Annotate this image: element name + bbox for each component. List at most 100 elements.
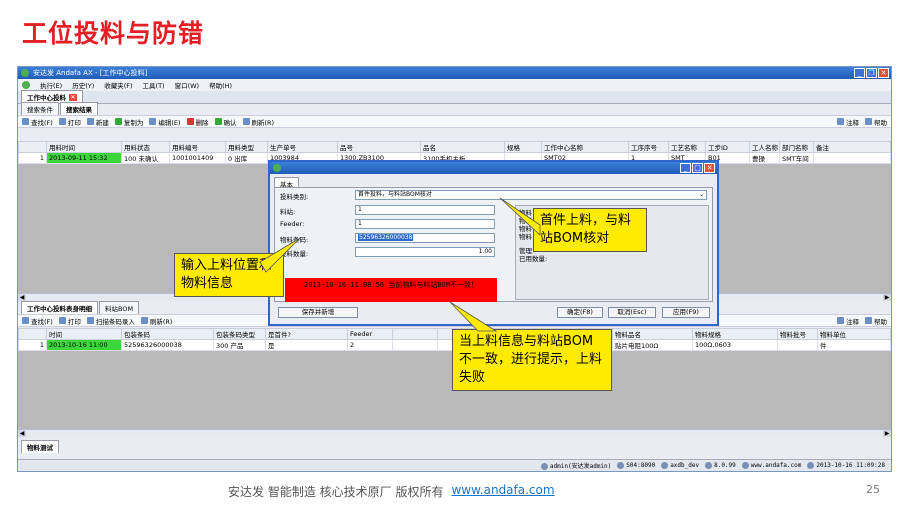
restore-button[interactable]: ❐ — [866, 68, 877, 78]
find-button[interactable]: 查找(F) — [22, 117, 53, 127]
apply-button[interactable]: 应用(F9) — [662, 307, 710, 318]
menu-history[interactable]: 历史(Y) — [72, 80, 94, 90]
comment-button[interactable]: 注释 — [837, 117, 859, 127]
menu-tools[interactable]: 工具(T) — [143, 80, 165, 90]
column-header[interactable]: 时间 — [46, 328, 122, 340]
scroll-left-icon[interactable]: ◀ — [18, 294, 26, 301]
status-server-text: S04:8090 — [626, 462, 656, 469]
column-header[interactable]: 包装条码类型 — [213, 328, 266, 340]
chevron-down-icon: ⌄ — [698, 191, 704, 198]
feeder-value: 1 — [358, 220, 362, 227]
new-button[interactable]: 新建 — [86, 117, 109, 127]
document-tabs: 工作中心投料 ✕ — [18, 90, 891, 104]
bottom-refresh-button[interactable]: 刷新(R) — [140, 316, 172, 326]
menubar: 执行(E) 历史(Y) 收藏夹(F) 工具(T) 窗口(W) 帮助(H) — [18, 79, 891, 91]
column-header[interactable]: 用料状态 — [121, 141, 170, 153]
help-button[interactable]: 帮助 — [865, 117, 887, 127]
save-and-new-button[interactable]: 保存并新增 — [278, 307, 358, 318]
edit-button[interactable]: 编辑(E) — [149, 117, 181, 127]
menu-execute[interactable]: 执行(E) — [40, 80, 62, 90]
comment-label: 注释 — [846, 118, 859, 127]
subtab-search-results[interactable]: 搜索结果 — [60, 102, 98, 115]
column-header[interactable]: 物料规格 — [692, 328, 778, 340]
tab-material-test[interactable]: 物料测试 — [21, 440, 59, 453]
bottom-grid-scrollbar[interactable]: ◀ ▶ — [18, 429, 891, 437]
scan-barcode-button[interactable]: 扫描条码录入 — [86, 316, 135, 326]
delete-button[interactable]: 删除 — [186, 117, 209, 127]
copy-as-button[interactable]: 复制为 — [114, 117, 143, 127]
column-header[interactable]: Feeder — [347, 328, 393, 340]
column-header[interactable]: 用料编号 — [169, 141, 226, 153]
feeder-input[interactable]: 1 — [355, 219, 495, 229]
quantity-value: 1.00 — [478, 248, 492, 255]
barcode-input[interactable]: 52596326000038 — [355, 233, 495, 243]
station-input[interactable]: 1 — [355, 205, 495, 215]
tab-detail[interactable]: 工作中心投料表身明细 — [21, 301, 98, 314]
user-icon — [540, 463, 548, 470]
quantity-input[interactable]: 1.00 — [355, 247, 495, 257]
column-header[interactable]: 生产单号 — [267, 141, 338, 153]
column-header[interactable]: 是首件? — [265, 328, 348, 340]
column-header[interactable]: 用料时间 — [46, 141, 122, 153]
column-header[interactable] — [18, 328, 47, 340]
bottom-find-button[interactable]: 查找(F) — [22, 316, 53, 326]
table-cell: 100 未确认 — [121, 152, 170, 164]
scroll-right-icon[interactable]: ▶ — [883, 294, 891, 301]
menu-window[interactable]: 窗口(W) — [175, 80, 200, 90]
clock-icon — [807, 462, 815, 469]
ok-button[interactable]: 确定(F8) — [557, 307, 603, 318]
dialog-minimize-button[interactable]: _ — [680, 163, 691, 173]
new-label: 新建 — [95, 118, 109, 127]
column-header[interactable]: 品名 — [420, 141, 505, 153]
bottom-comment-button[interactable]: 注释 — [837, 316, 859, 326]
cancel-button[interactable]: 取消(Esc) — [608, 307, 656, 318]
column-header[interactable]: 物料单位 — [817, 328, 891, 340]
minimize-button[interactable]: _ — [854, 68, 865, 78]
scroll-right-icon[interactable]: ▶ — [883, 430, 891, 437]
menu-favorites[interactable]: 收藏夹(F) — [104, 80, 132, 90]
station-label: 料站: — [280, 208, 296, 216]
footer-link[interactable]: www.andafa.com — [451, 483, 554, 500]
delete-icon — [186, 118, 194, 125]
status-datetime-text: 2013-10-16 11:09:28 — [816, 462, 885, 469]
column-header[interactable]: 规格 — [504, 141, 542, 153]
column-header[interactable]: 物料批号 — [777, 328, 818, 340]
print-button[interactable]: 打印 — [58, 117, 81, 127]
close-button[interactable]: ✕ — [878, 68, 889, 78]
table-cell — [777, 339, 818, 351]
refresh-button[interactable]: 刷新(R) — [242, 117, 274, 127]
menu-help[interactable]: 帮助(H) — [209, 80, 232, 90]
column-header[interactable]: 包装条码 — [121, 328, 214, 340]
tab-close-icon[interactable]: ✕ — [69, 93, 77, 101]
column-header[interactable]: 部门名称 — [779, 141, 814, 153]
window-title: 安达发 Andafa AX - [工作中心投料] — [33, 69, 148, 77]
column-header[interactable]: 工序序号 — [628, 141, 669, 153]
dialog-maximize-button[interactable]: □ — [692, 163, 703, 173]
scan-barcode-label: 扫描条码录入 — [95, 317, 135, 326]
subtab-search-criteria[interactable]: 搜索条件 — [21, 102, 59, 115]
table-cell: 0 出库 — [225, 152, 268, 164]
column-header[interactable]: 备注 — [813, 141, 891, 153]
bottom-print-button[interactable]: 打印 — [58, 316, 81, 326]
find-label: 查找(F) — [31, 118, 53, 127]
feed-type-select[interactable]: 首件投料，与料站BOM核对 ⌄ — [355, 190, 707, 200]
confirm-button[interactable]: 确认 — [214, 117, 237, 127]
column-header[interactable]: 工步ID — [705, 141, 750, 153]
app-menu-icon[interactable] — [22, 81, 30, 89]
barcode-label: 物料条码: — [280, 236, 309, 244]
column-header[interactable]: 品号 — [337, 141, 421, 153]
column-header[interactable]: 工人名称 — [749, 141, 780, 153]
table-cell: 1 — [18, 152, 47, 164]
feeder-label: Feeder: — [280, 220, 305, 228]
tab-station-bom[interactable]: 料站BOM — [99, 301, 140, 314]
column-header[interactable]: 物料品名 — [612, 328, 693, 340]
column-header[interactable]: 用料类型 — [225, 141, 268, 153]
dialog-close-button[interactable]: ✕ — [704, 163, 715, 173]
help-icon — [865, 317, 872, 324]
column-header[interactable]: 工作中心名称 — [541, 141, 629, 153]
column-header[interactable]: 工艺名称 — [668, 141, 706, 153]
bottom-help-button[interactable]: 帮助 — [865, 316, 887, 326]
column-header[interactable] — [18, 141, 47, 153]
column-header[interactable] — [392, 328, 438, 340]
scroll-left-icon[interactable]: ◀ — [18, 430, 26, 437]
